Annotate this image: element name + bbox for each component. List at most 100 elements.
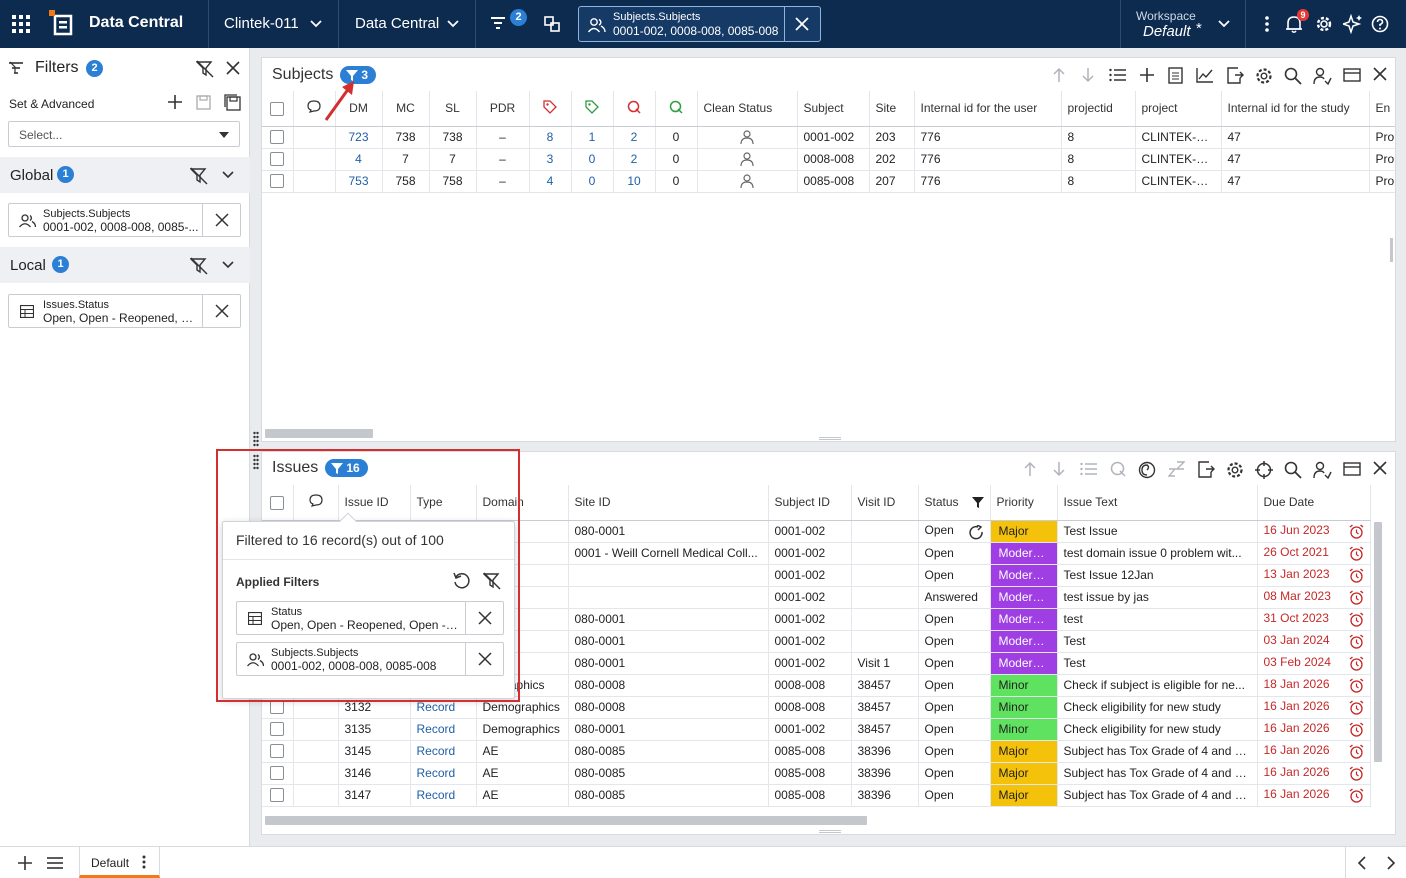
gear-icon[interactable] xyxy=(1315,15,1333,33)
workspace-value[interactable]: Default xyxy=(1143,23,1191,40)
apps-grid-icon[interactable] xyxy=(12,15,30,33)
gear-icon[interactable] xyxy=(1226,461,1244,479)
column-header-query-red[interactable] xyxy=(613,91,656,127)
active-filter-chip[interactable]: Subjects.Subjects 0001-002, 0008-008, 00… xyxy=(578,6,821,42)
query-red-cell[interactable]: 2 xyxy=(613,148,656,171)
type-cell[interactable]: Record xyxy=(410,740,477,763)
column-header-clean-status[interactable]: Clean Status xyxy=(697,91,798,127)
arrow-down-icon[interactable] xyxy=(1052,461,1066,477)
close-icon[interactable] xyxy=(226,61,240,75)
alarm-icon[interactable] xyxy=(1349,612,1364,627)
alarm-icon[interactable] xyxy=(1349,656,1364,671)
document-icon[interactable] xyxy=(1168,67,1183,84)
chevron-down-icon[interactable] xyxy=(222,171,234,179)
global-section-header[interactable]: Global 1 xyxy=(0,157,250,193)
sleep-icon[interactable] xyxy=(1168,461,1185,478)
column-header-mc[interactable]: MC xyxy=(382,91,430,127)
table-row[interactable]: 723 738 738–8 1 2 0 0001-002 203 776 8 CLINTEK-011… xyxy=(262,126,1395,149)
column-header-en[interactable]: En xyxy=(1369,91,1395,127)
local-section-header[interactable]: Local 1 xyxy=(0,247,250,283)
close-icon[interactable] xyxy=(1373,461,1387,475)
alarm-icon[interactable] xyxy=(1349,524,1364,539)
arrow-up-icon[interactable] xyxy=(1023,461,1037,477)
column-header-site[interactable]: Site xyxy=(869,91,915,127)
drag-handle[interactable] xyxy=(253,431,259,447)
chart-icon[interactable] xyxy=(1196,67,1214,83)
column-header-status[interactable]: Status xyxy=(918,485,991,521)
alarm-icon[interactable] xyxy=(1349,590,1364,605)
clear-filter-icon[interactable] xyxy=(196,60,214,78)
comment-cell[interactable] xyxy=(293,784,339,807)
column-header-subject-id[interactable]: Subject ID xyxy=(768,485,852,521)
add-icon[interactable] xyxy=(168,95,182,109)
resize-handle[interactable] xyxy=(819,830,841,833)
row-checkbox[interactable] xyxy=(262,170,294,193)
crosshair-icon[interactable] xyxy=(1255,461,1273,479)
window-icon[interactable] xyxy=(1343,461,1361,477)
dm-cell[interactable]: 723 xyxy=(335,126,383,149)
arrow-up-icon[interactable] xyxy=(1052,67,1066,83)
column-header-pdr[interactable]: PDR xyxy=(476,91,530,127)
query-red-cell[interactable]: 10 xyxy=(613,170,656,193)
row-checkbox[interactable] xyxy=(262,126,294,149)
alarm-icon[interactable] xyxy=(1349,744,1364,759)
add-icon[interactable] xyxy=(1139,67,1155,83)
tag-green-cell[interactable]: 0 xyxy=(571,148,614,171)
comment-cell[interactable] xyxy=(293,762,339,785)
column-header-sl[interactable]: SL xyxy=(429,91,477,127)
alarm-icon[interactable] xyxy=(1349,722,1364,737)
row-checkbox[interactable] xyxy=(262,148,294,171)
column-header-internal-id-user[interactable]: Internal id for the user xyxy=(914,91,1062,127)
more-vert-icon[interactable] xyxy=(1264,15,1270,33)
horizontal-scrollbar[interactable] xyxy=(265,816,867,825)
chevron-down-icon[interactable] xyxy=(310,19,322,29)
save-as-icon[interactable] xyxy=(224,94,241,111)
close-icon[interactable] xyxy=(1373,67,1387,81)
column-header-issue-text[interactable]: Issue Text xyxy=(1057,485,1258,521)
clear-filter-icon[interactable] xyxy=(190,167,208,185)
comment-cell[interactable] xyxy=(293,170,336,193)
table-row[interactable]: 753 758 758–4 0 10 0 0085-008 207 776 8 CLINTEK-01… xyxy=(262,170,1395,193)
comment-cell[interactable] xyxy=(293,740,339,763)
study-selector[interactable]: Clintek-011 xyxy=(224,15,299,32)
column-header-project[interactable]: project xyxy=(1135,91,1222,127)
export-icon[interactable] xyxy=(1197,461,1215,478)
chevron-down-icon[interactable] xyxy=(1218,19,1230,29)
sparkle-icon[interactable] xyxy=(1343,14,1363,34)
save-icon[interactable] xyxy=(196,95,211,110)
sync-icon[interactable] xyxy=(543,15,561,33)
alarm-icon[interactable] xyxy=(1349,634,1364,649)
spiral-icon[interactable] xyxy=(1138,461,1156,479)
list-icon[interactable] xyxy=(1080,461,1098,477)
local-filter-chip[interactable]: Issues.Status Open, Open - Reopened, Op.… xyxy=(8,294,241,328)
close-icon[interactable] xyxy=(795,17,809,31)
row-checkbox[interactable] xyxy=(262,762,294,785)
dm-cell[interactable]: 4 xyxy=(335,148,383,171)
query-red-cell[interactable]: 2 xyxy=(613,126,656,149)
workspace-tab-default[interactable]: Default xyxy=(79,847,160,878)
export-icon[interactable] xyxy=(1226,67,1244,84)
horizontal-scrollbar[interactable] xyxy=(265,429,373,438)
comment-cell[interactable] xyxy=(293,148,336,171)
alarm-icon[interactable] xyxy=(1349,678,1364,693)
query-icon[interactable] xyxy=(1110,461,1127,478)
column-header-due-date[interactable]: Due Date xyxy=(1257,485,1371,521)
gear-icon[interactable] xyxy=(1255,67,1273,85)
dm-cell[interactable]: 753 xyxy=(335,170,383,193)
alarm-icon[interactable] xyxy=(1349,568,1364,583)
tag-red-cell[interactable]: 8 xyxy=(529,126,572,149)
window-icon[interactable] xyxy=(1343,67,1361,83)
column-header-tag-green[interactable] xyxy=(571,91,614,127)
alarm-icon[interactable] xyxy=(1349,766,1364,781)
type-cell[interactable]: Record xyxy=(410,718,477,741)
module-selector[interactable]: Data Central xyxy=(355,15,439,32)
column-header-internal-id-study[interactable]: Internal id for the study xyxy=(1221,91,1370,127)
chevron-down-icon[interactable] xyxy=(222,261,234,269)
arrow-down-icon[interactable] xyxy=(1081,67,1095,83)
filter-icon[interactable] xyxy=(971,497,984,509)
list-icon[interactable] xyxy=(1109,67,1127,83)
column-header-site-id[interactable]: Site ID xyxy=(568,485,769,521)
user-settings-icon[interactable] xyxy=(1313,67,1332,85)
tag-red-cell[interactable]: 4 xyxy=(529,170,572,193)
filter-set-select[interactable]: Select... xyxy=(8,121,240,147)
